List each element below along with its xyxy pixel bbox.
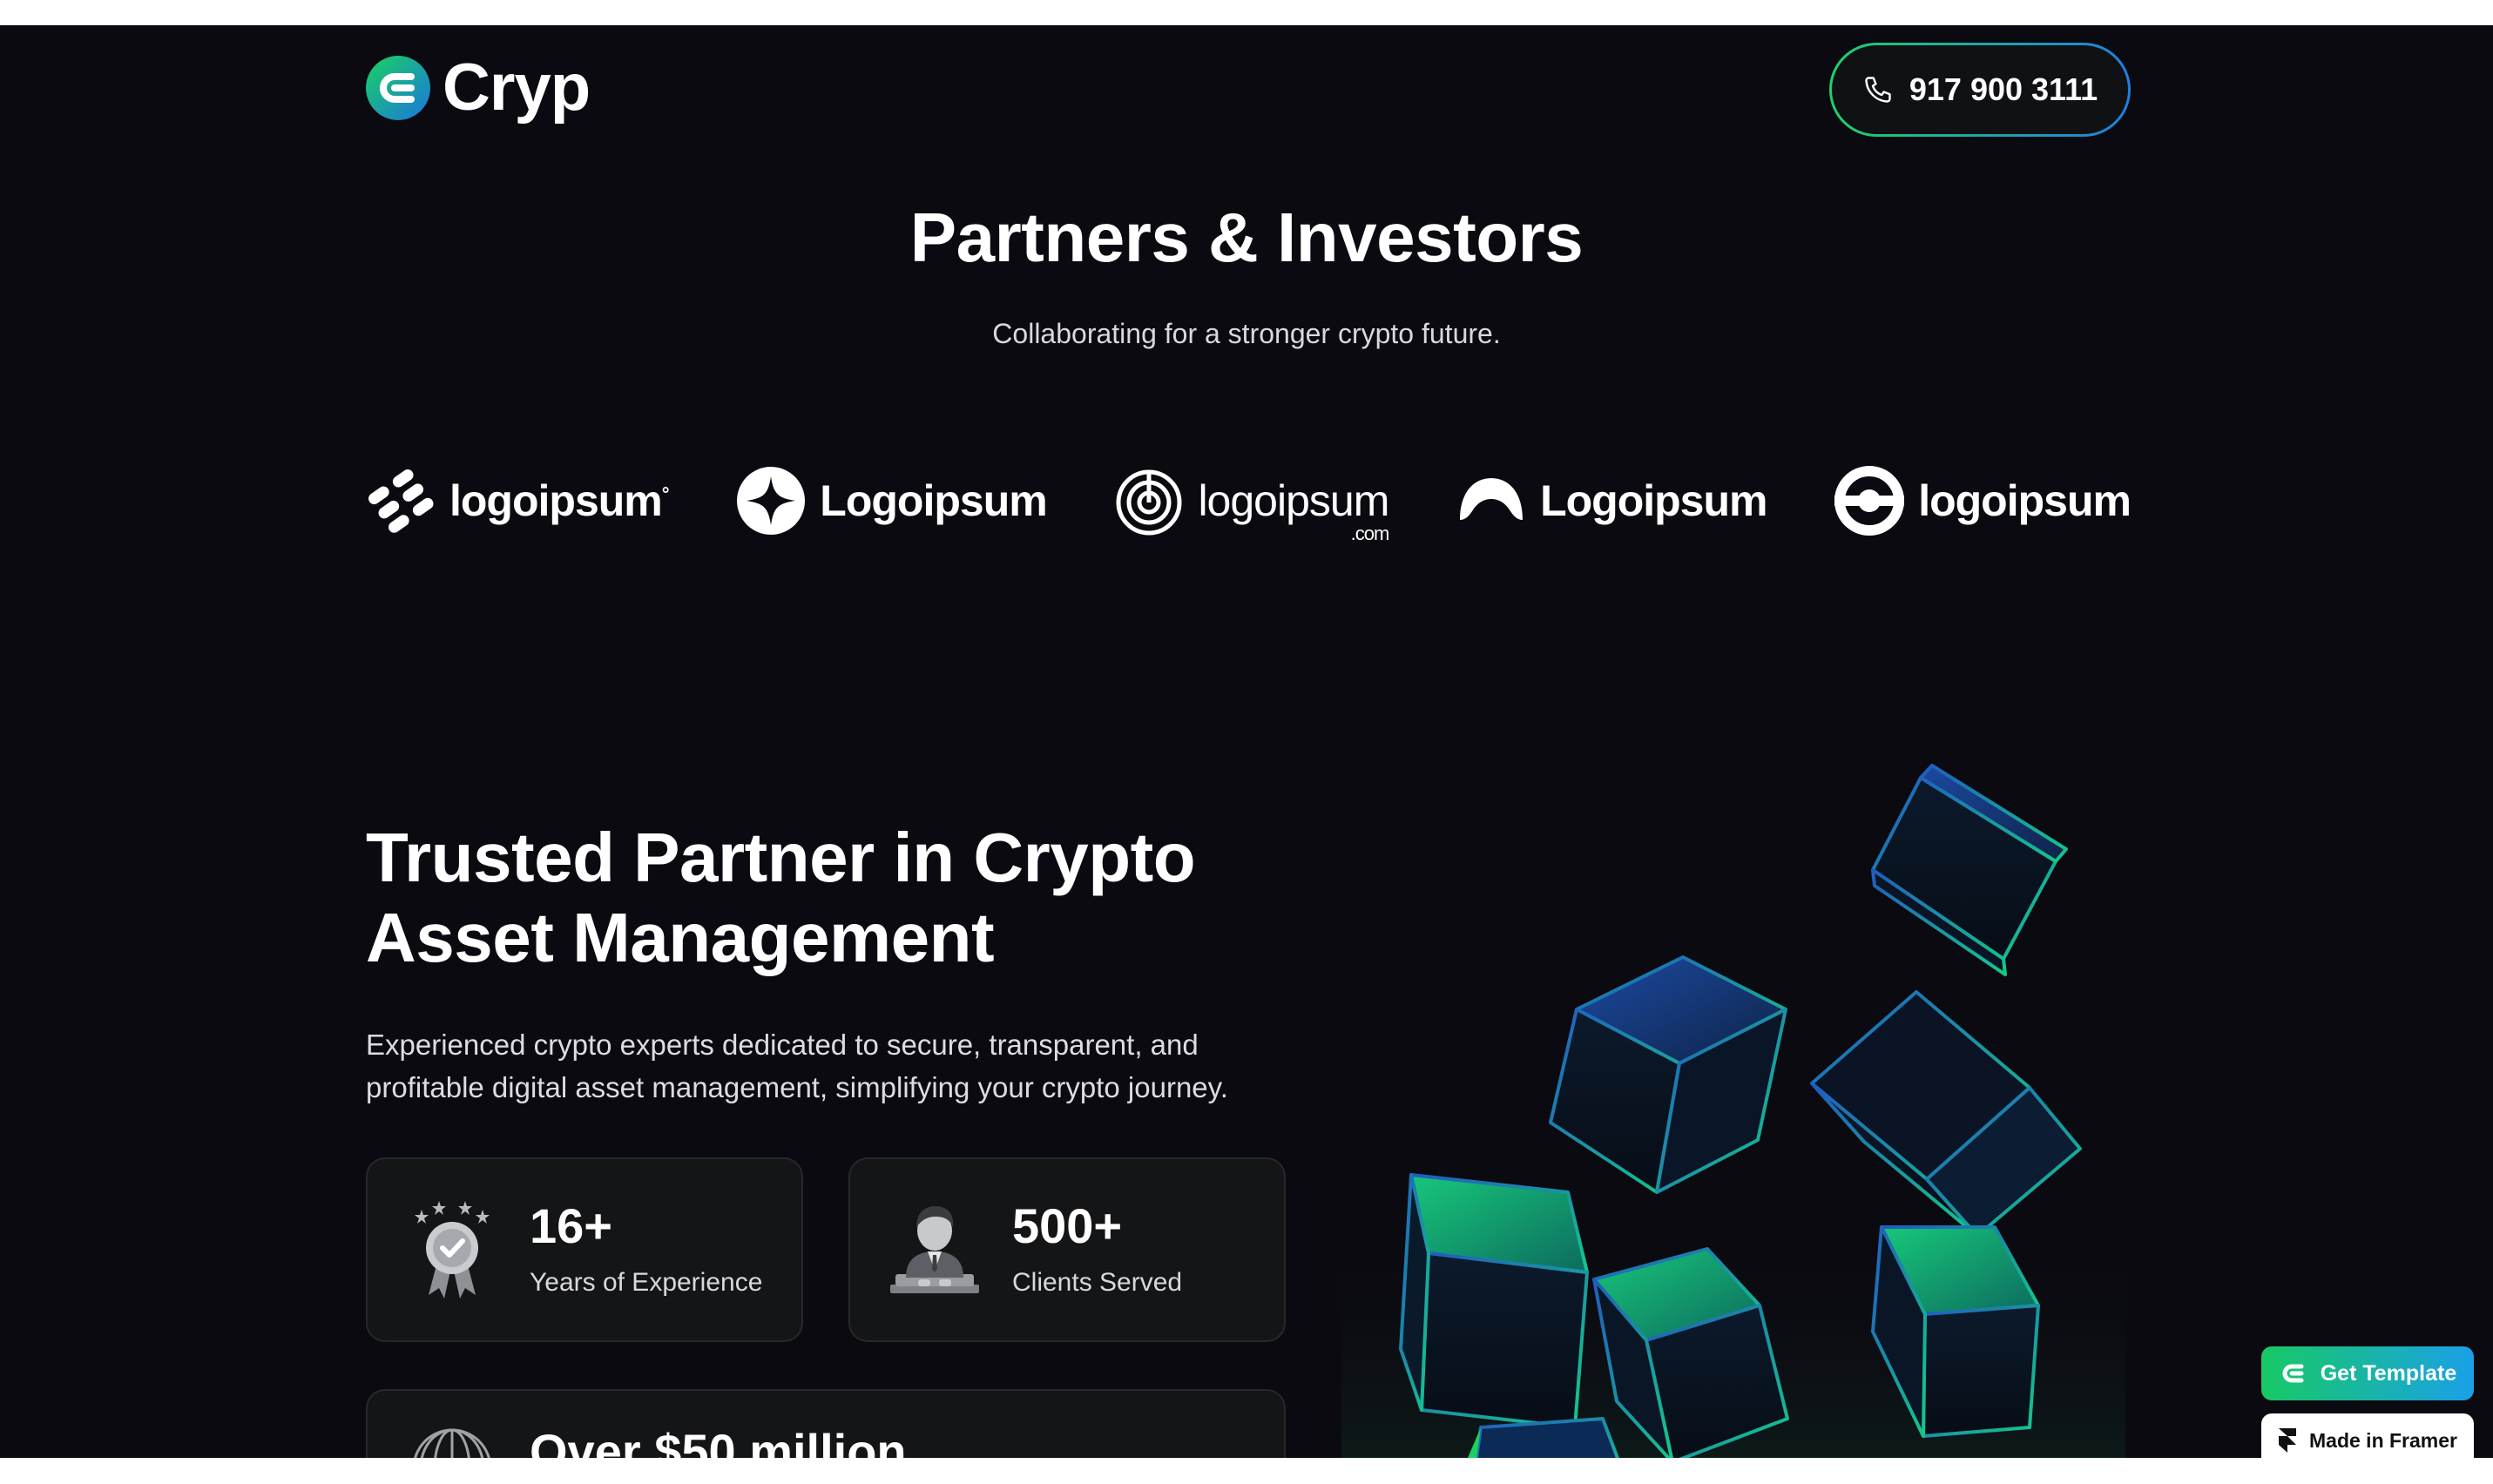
hero-description-line-1: Experienced crypto experts dedicated to … <box>366 1029 1199 1061</box>
partner-logo-1-text: logoipsum <box>449 476 663 525</box>
partner-logo-1[interactable]: logoipsum° <box>366 466 670 536</box>
phone-button[interactable]: 917 900 3111 <box>1829 43 2131 137</box>
partner-logo-5-name: logoipsum <box>1918 476 2132 525</box>
partner-logo-3-name: logoipsum .com <box>1198 476 1389 544</box>
partners-title: Partners & Investors <box>909 199 1584 276</box>
made-in-framer-button[interactable]: Made in Framer <box>2261 1413 2474 1458</box>
stat-card-clients: 500+ Clients Served <box>848 1157 1286 1342</box>
phone-number: 917 900 3111 <box>1909 71 2098 107</box>
stat-label: Clients Served <box>1012 1268 1183 1297</box>
page: Cryp 917 900 3111 Partners & Investors C… <box>0 25 2493 1458</box>
stat-value: 16+ <box>530 1198 612 1253</box>
stat-value: 500+ <box>1012 1198 1123 1253</box>
partner-logo-4-name: Logoipsum <box>1540 476 1767 525</box>
framer-logo-icon <box>2279 1428 2296 1453</box>
hero-title-line-1: Trusted Partner in Crypto <box>366 819 1196 896</box>
hero-description: Experienced crypto experts dedicated to … <box>366 1023 1341 1109</box>
globe-icon <box>414 1428 490 1458</box>
partner-logos: logoipsum° Logoipsum logoipsum .com Logoi… <box>366 440 2132 562</box>
get-template-label: Get Template <box>2320 1360 2457 1386</box>
partner-logo-3-text: logoipsum <box>1198 476 1389 525</box>
brand-name: Cryp <box>443 51 591 125</box>
brand-mark-icon <box>366 56 430 120</box>
four-point-star-icon <box>737 467 806 535</box>
hero-title-line-2: Asset Management <box>366 899 995 976</box>
phone-icon <box>1865 77 1891 103</box>
stat-card-experience: 16+ Years of Experience <box>366 1157 803 1342</box>
floating-cubes-illustration <box>1341 764 2125 1458</box>
get-template-button[interactable]: Get Template <box>2261 1346 2474 1400</box>
partner-logo-4[interactable]: Logoipsum <box>1456 466 1767 536</box>
stat-label: Years of Experience <box>530 1268 763 1297</box>
brand-logo[interactable]: Cryp <box>366 51 591 125</box>
dots-cluster-icon <box>368 469 434 533</box>
stat-card-assets: Over $50 million <box>366 1389 1286 1458</box>
registered-mark: ° <box>661 482 670 505</box>
stat-value: Over $50 million <box>530 1424 907 1459</box>
partner-logo-3[interactable]: logoipsum .com <box>1114 466 1389 544</box>
partner-logo-2[interactable]: Logoipsum <box>736 466 1048 536</box>
partner-logo-3-suffix: .com <box>1350 523 1390 544</box>
partners-subtitle: Collaborating for a stronger crypto futu… <box>992 318 1501 349</box>
hero-description-line-2: profitable digital asset management, sim… <box>366 1071 1228 1103</box>
arch-icon <box>1460 478 1524 520</box>
partner-logo-5[interactable]: logoipsum <box>1834 466 2132 536</box>
ring-icon <box>1834 466 1905 536</box>
partner-logo-2-name: Logoipsum <box>820 476 1047 525</box>
stat-text: 500+ Clients Served <box>1012 1202 1182 1298</box>
made-in-framer-label: Made in Framer <box>2309 1428 2457 1452</box>
concentric-rings-icon <box>1116 469 1182 536</box>
award-medal-icon <box>415 1201 490 1298</box>
partner-logo-1-name: logoipsum° <box>449 476 670 526</box>
hero-title: Trusted Partner in Crypto Asset Manageme… <box>366 818 1411 978</box>
stat-text: 16+ Years of Experience <box>530 1202 762 1298</box>
brand-mark-icon <box>2282 1364 2304 1383</box>
businessman-icon <box>890 1206 979 1293</box>
